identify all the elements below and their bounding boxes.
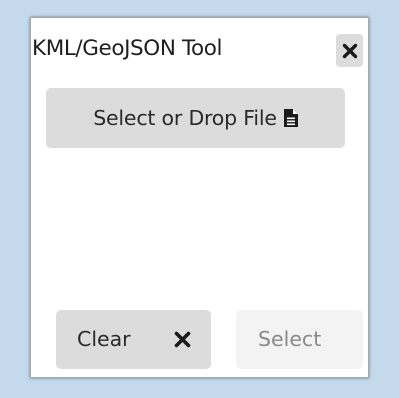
select-or-drop-file-button[interactable]: Select or Drop File — [46, 88, 345, 148]
close-icon — [174, 331, 191, 352]
select-button[interactable]: Select — [236, 310, 363, 369]
clear-button[interactable]: Clear — [56, 310, 211, 369]
close-icon — [342, 43, 358, 59]
close-button[interactable] — [336, 34, 363, 67]
panel-title: KML/GeoJSON Tool — [32, 36, 223, 61]
file-icon — [283, 109, 298, 127]
clear-button-label: Clear — [77, 327, 131, 351]
select-button-label: Select — [258, 327, 322, 351]
select-or-drop-file-label: Select or Drop File — [93, 106, 277, 130]
